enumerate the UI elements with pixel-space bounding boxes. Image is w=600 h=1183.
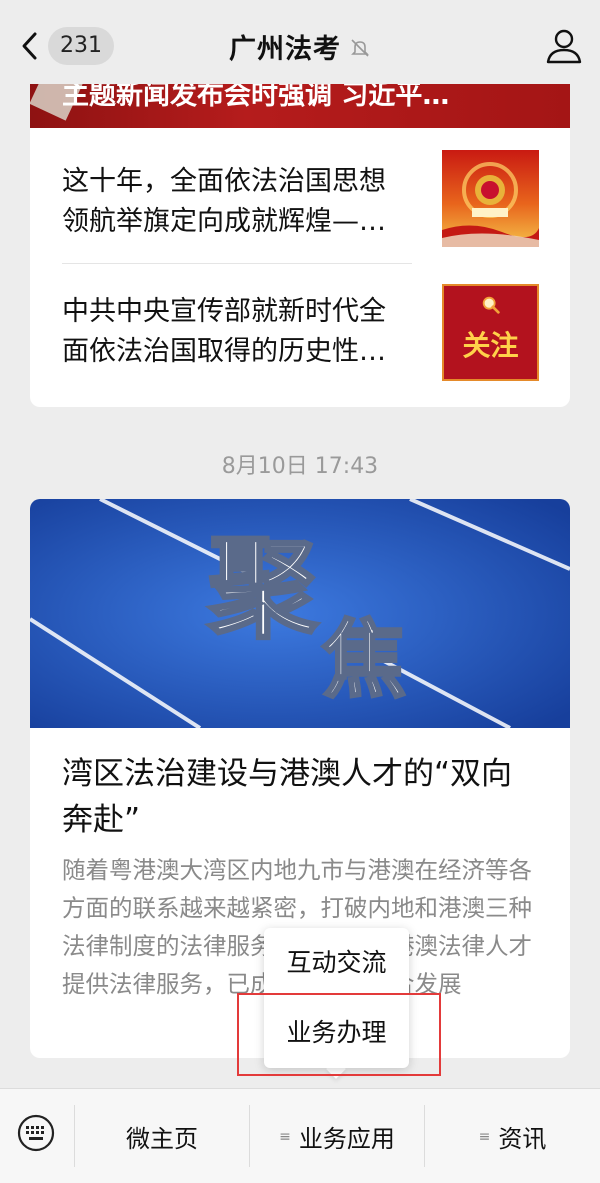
message-timestamp: 8月10日 17:43 — [221, 454, 379, 479]
page-title: 广州法考 — [229, 33, 341, 65]
bottom-menu-bar: 微主页 ≡ 业务应用 ≡ 资讯 — [0, 1088, 600, 1183]
menu-tab-label: 微主页 — [126, 1125, 198, 1153]
mute-bell-icon — [351, 39, 369, 57]
chevron-left-icon — [22, 32, 37, 60]
cover-char-1: 聚 — [207, 524, 319, 653]
menu-item-interaction[interactable]: 互动交流 — [264, 928, 409, 998]
back-button[interactable]: 231 — [18, 26, 118, 66]
cover-image: 聚 焦 — [30, 499, 570, 728]
banner-title: 主题新闻发布会时强调 习近平… — [62, 84, 450, 111]
unread-count-badge: 231 — [48, 27, 114, 65]
featured-article-title: 湾区法治建设与港澳人才的“双向奔赴” — [62, 756, 513, 838]
article-thumbnail: 关注 — [442, 284, 539, 381]
banner-image[interactable]: 主题新闻发布会时强调 习近平… — [30, 84, 570, 128]
cover-char-2: 焦 — [322, 610, 406, 709]
menu-lines-icon: ≡ — [279, 1128, 291, 1145]
menu-tab-homepage[interactable]: 微主页 — [75, 1089, 249, 1183]
article-title: 中共中央宣传部就新时代全面依法治国取得的历史性… — [62, 296, 386, 367]
menu-tab-news[interactable]: ≡ 资讯 — [425, 1089, 600, 1183]
list-item[interactable]: 中共中央宣传部就新时代全面依法治国取得的历史性… 关注 — [30, 264, 570, 392]
article-title: 这十年，全面依法治国思想领航举旗定向成就辉煌—… — [62, 166, 386, 237]
menu-tab-label: 资讯 — [498, 1125, 547, 1153]
menu-item-business[interactable]: 业务办理 — [264, 998, 409, 1068]
article-thumbnail — [442, 150, 539, 247]
menu-tab-label: 业务应用 — [298, 1125, 395, 1153]
article-list-card: 主题新闻发布会时强调 习近平… 这十年，全面依法治国思想领航举旗定向成就辉煌—…… — [30, 84, 570, 407]
top-nav-bar: 231 广州法考 — [0, 0, 600, 84]
list-item[interactable]: 这十年，全面依法治国思想领航举旗定向成就辉煌—… — [30, 134, 570, 262]
menu-tab-business-apps[interactable]: ≡ 业务应用 — [250, 1089, 424, 1183]
search-icon — [482, 296, 500, 314]
keyboard-icon[interactable] — [16, 1113, 56, 1153]
profile-icon[interactable] — [542, 24, 586, 68]
thumbnail-label: 关注 — [462, 329, 519, 362]
menu-lines-icon: ≡ — [478, 1128, 491, 1145]
popup-menu: 互动交流 业务办理 — [264, 928, 409, 1068]
